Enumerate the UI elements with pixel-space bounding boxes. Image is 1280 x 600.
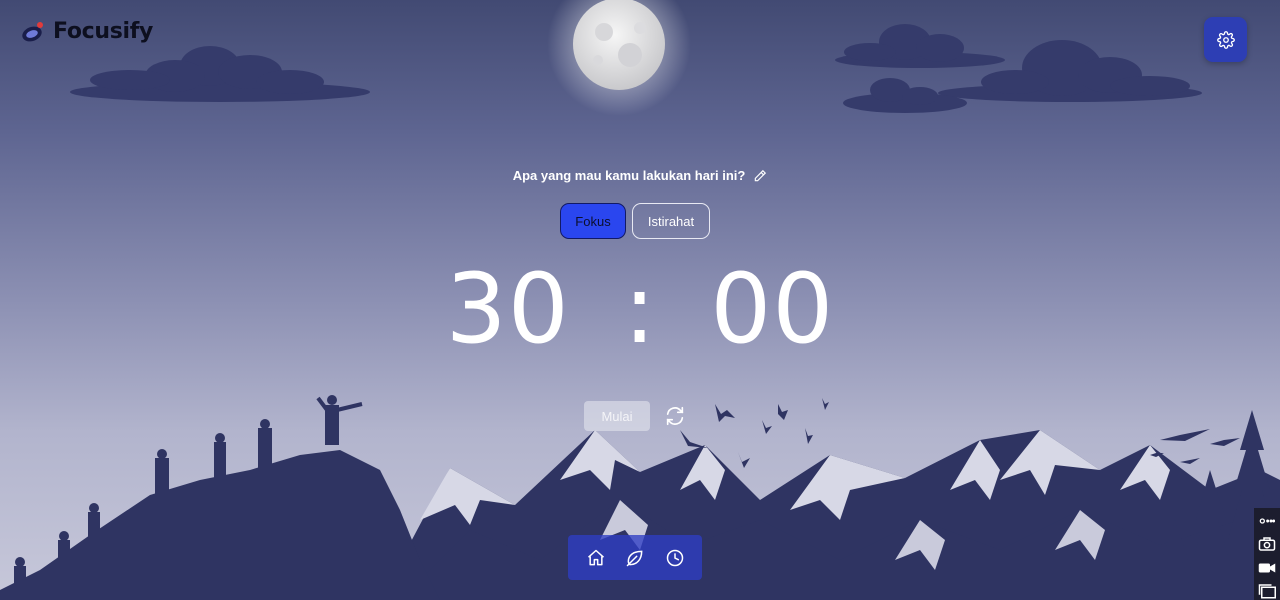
timer-separator: : [623, 253, 657, 365]
capture-toolbar [1254, 508, 1280, 600]
refresh-icon [666, 406, 684, 426]
nav-history[interactable] [663, 546, 687, 570]
capture-video[interactable] [1257, 559, 1277, 577]
camera-icon [1258, 537, 1276, 551]
home-icon [587, 549, 604, 565]
leaf-icon [626, 550, 643, 566]
reset-button[interactable] [664, 405, 686, 427]
timer-seconds: 00 [710, 253, 835, 365]
bottom-nav [568, 535, 702, 580]
cloud-right-top [835, 24, 1005, 68]
cloud-left [70, 46, 370, 102]
capture-menu[interactable] [1257, 512, 1277, 530]
link-icon [1259, 518, 1275, 524]
capture-window[interactable] [1257, 583, 1277, 600]
timer-controls: Mulai [584, 401, 686, 431]
nav-home[interactable] [584, 546, 608, 570]
window-icon [1258, 584, 1276, 599]
task-prompt[interactable]: Apa yang mau kamu lakukan hari ini? [0, 168, 1280, 183]
video-icon [1258, 563, 1276, 573]
task-prompt-text: Apa yang mau kamu lakukan hari ini? [512, 168, 746, 183]
start-button[interactable]: Mulai [584, 401, 650, 431]
clock-icon [666, 549, 683, 566]
nav-leaf[interactable] [623, 546, 647, 570]
timer-minutes: 30 [445, 253, 570, 365]
capture-screenshot[interactable] [1257, 536, 1277, 554]
pencil-icon[interactable] [753, 169, 767, 183]
mountain-range [380, 430, 1280, 600]
countdown-timer: 30 : 00 [0, 254, 1280, 364]
cloud-right-big [938, 40, 1202, 102]
mode-tabs: Fokus Istirahat [560, 203, 710, 239]
logo-mark-icon [22, 21, 43, 41]
settings-button[interactable] [1204, 17, 1247, 62]
tab-break[interactable]: Istirahat [632, 203, 710, 239]
gear-icon [1216, 30, 1235, 49]
tab-focus[interactable]: Fokus [560, 203, 626, 239]
hiker-hill [0, 395, 440, 600]
moon [547, 0, 691, 116]
app-logo[interactable]: Focusify [21, 19, 153, 44]
app-name: Focusify [53, 19, 154, 44]
